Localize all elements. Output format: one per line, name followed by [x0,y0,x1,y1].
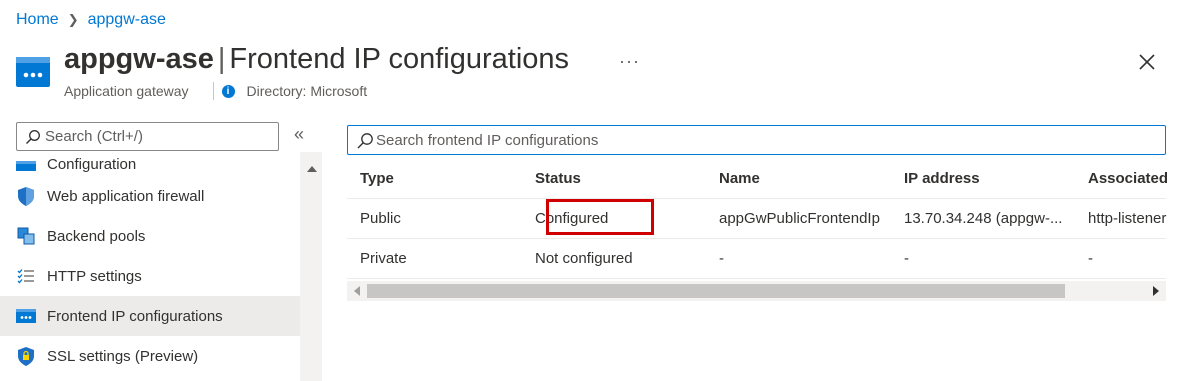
frontend-ip-icon [16,306,36,326]
frontend-ip-search-input[interactable] [376,131,1156,149]
breadcrumb: Home ❯ appgw-ase [16,11,166,29]
sidebar-item-backend-pools[interactable]: Backend pools [0,216,300,256]
resource-type: Application gateway [64,83,189,99]
cell-type: Public [360,210,401,227]
sidebar-search-placeholder: Search (Ctrl+/) [45,128,143,145]
more-options-icon[interactable]: ··· [619,51,640,72]
sidebar-item-ssl-settings[interactable]: SSL settings (Preview) [0,336,300,376]
sidebar-item-http-settings[interactable]: HTTP settings [0,256,300,296]
sidebar-item-label: Web application firewall [47,187,205,205]
cell-name: - [719,250,724,267]
cell-name: appGwPublicFrontendIp [719,210,880,227]
sidebar-scrollbar[interactable] [300,152,322,381]
subtitle-divider [212,82,214,100]
table-header-row: Type Status Name IP address Associated [347,158,1168,199]
sidebar-nav: Configuration Web application firewall B… [0,152,300,381]
breadcrumb-resource-link[interactable]: appgw-ase [88,11,166,29]
ip-address-highlight-box [546,199,654,235]
search-icon [357,132,373,148]
scroll-right-arrow-icon[interactable] [1153,286,1159,296]
blade-title: Frontend IP configurations [229,43,570,75]
column-header-status[interactable]: Status [535,158,713,198]
frontend-ip-table: Type Status Name IP address Associated P… [347,158,1168,279]
cell-status: Not configured [535,250,633,267]
frontend-ip-search-box[interactable] [347,125,1166,155]
sidebar-item-label: Configuration [47,156,137,173]
cell-ip-address: 13.70.34.248 (appgw-... [904,210,1063,227]
sidebar-item-configuration[interactable]: Configuration [0,152,300,176]
breadcrumb-home-link[interactable]: Home [16,11,59,29]
column-header-name[interactable]: Name [719,158,891,198]
list-settings-icon [16,266,36,286]
column-header-type[interactable]: Type [360,158,530,198]
column-header-associated[interactable]: Associated [1088,158,1178,198]
application-gateway-icon [16,57,50,87]
ssl-shield-icon [16,346,36,366]
scrollbar-thumb[interactable] [367,284,1065,298]
sidebar-item-label: Backend pools [47,227,146,245]
sidebar-search-box[interactable]: Search (Ctrl+/) [16,122,279,151]
configuration-icon [16,156,36,176]
scroll-up-arrow-icon[interactable] [307,166,317,172]
backend-pools-icon [16,226,36,246]
search-icon [26,129,40,144]
scroll-left-arrow-icon[interactable] [354,286,360,296]
page-title: appgw-ase | Frontend IP configurations [64,43,569,76]
sidebar-item-frontend-ip-configurations[interactable]: Frontend IP configurations [0,296,300,336]
sidebar-item-label: SSL settings (Preview) [47,347,199,365]
resource-name: appgw-ase [64,43,214,75]
cell-ip-address: - [904,250,909,267]
column-header-ip-address[interactable]: IP address [904,158,1082,198]
close-icon[interactable] [1135,50,1159,74]
chevron-right-icon: ❯ [67,12,79,27]
title-separator: | [217,43,226,75]
info-icon: i [221,84,235,98]
table-horizontal-scrollbar[interactable] [347,281,1166,301]
collapse-sidebar-icon[interactable]: « [294,124,304,145]
cell-type: Private [360,250,407,267]
sidebar-item-label: HTTP settings [47,267,142,285]
table-row[interactable]: Public Configured appGwPublicFrontendIp … [347,199,1166,239]
directory-label: Directory: Microsoft [246,83,368,99]
subtitle: Application gateway i Directory: Microso… [64,82,367,100]
cell-associated: http-listener [1088,210,1167,227]
sidebar-item-web-application-firewall[interactable]: Web application firewall [0,176,300,216]
cell-associated: - [1088,250,1093,267]
table-row[interactable]: Private Not configured - - - [347,239,1166,279]
shield-icon [16,186,36,206]
sidebar-item-label: Frontend IP configurations [47,307,223,325]
